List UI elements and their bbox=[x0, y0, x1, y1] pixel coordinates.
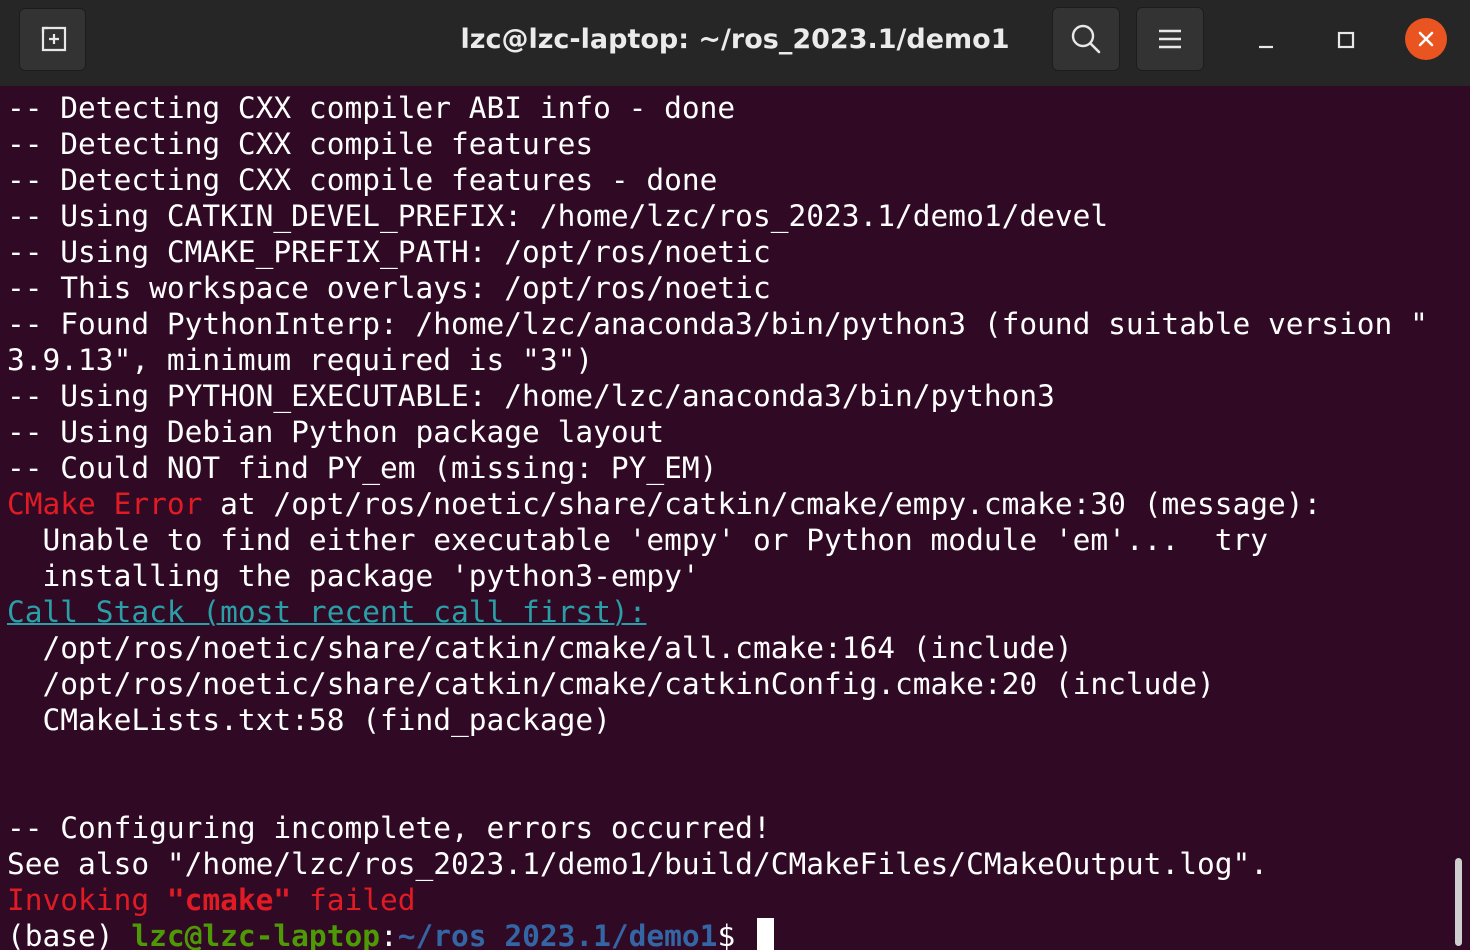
maximize-icon bbox=[1337, 31, 1355, 49]
new-tab-button[interactable] bbox=[19, 8, 86, 71]
cmake-error-location: at /opt/ros/noetic/share/catkin/cmake/em… bbox=[202, 487, 1322, 521]
search-icon bbox=[1071, 24, 1101, 54]
terminal-line: 3.9.13", minimum required is "3") bbox=[7, 343, 594, 377]
close-icon bbox=[1418, 31, 1434, 47]
error-detail-line: Unable to find either executable 'empy' … bbox=[7, 523, 1268, 557]
call-stack-header-text: Call Stack (most recent call first): bbox=[7, 595, 647, 629]
prompt-symbol: $ bbox=[717, 919, 753, 950]
scrollbar-thumb[interactable] bbox=[1455, 858, 1462, 946]
call-stack-entry: CMakeLists.txt:58 (find_package) bbox=[7, 703, 611, 737]
call-stack-entry: /opt/ros/noetic/share/catkin/cmake/all.c… bbox=[7, 631, 1073, 665]
terminal-line: -- Found PythonInterp: /home/lzc/anacond… bbox=[7, 307, 1428, 341]
prompt-user-host: lzc@lzc-laptop bbox=[131, 919, 380, 950]
terminal-line: -- Detecting CXX compile features - done bbox=[7, 163, 718, 197]
invoking-failed-text: failed bbox=[291, 883, 416, 917]
cmake-error-word: Error bbox=[113, 487, 203, 521]
terminal-line: -- Detecting CXX compile features bbox=[7, 127, 594, 161]
menu-button[interactable] bbox=[1136, 7, 1204, 71]
terminal-line: -- Using PYTHON_EXECUTABLE: /home/lzc/an… bbox=[7, 379, 1055, 413]
close-button[interactable] bbox=[1405, 18, 1447, 60]
terminal-line: -- Using CATKIN_DEVEL_PREFIX: /home/lzc/… bbox=[7, 199, 1109, 233]
shell-prompt[interactable]: (base) lzc@lzc-laptop:~/ros_2023.1/demo1… bbox=[7, 918, 774, 950]
terminal-line: -- This workspace overlays: /opt/ros/noe… bbox=[7, 271, 771, 305]
window-title: lzc@lzc-laptop: ~/ros_2023.1/demo1 bbox=[460, 24, 1010, 55]
terminal-line: -- Detecting CXX compiler ABI info - don… bbox=[7, 91, 736, 125]
invoking-command: "cmake" bbox=[166, 883, 292, 917]
prompt-path: ~/ros_2023.1/demo1 bbox=[397, 919, 718, 950]
invoking-failed-line: Invoking "cmake" failed bbox=[7, 882, 416, 918]
text-cursor bbox=[756, 918, 774, 950]
maximize-button[interactable] bbox=[1326, 20, 1366, 60]
invoking-text: Invoking bbox=[7, 883, 167, 917]
terminal-line: -- Using CMAKE_PREFIX_PATH: /opt/ros/noe… bbox=[7, 235, 771, 269]
error-detail-line: installing the package 'python3-empy' bbox=[7, 559, 700, 593]
terminal-line: -- Could NOT find PY_em (missing: PY_EM) bbox=[7, 451, 718, 485]
hamburger-menu-icon bbox=[1159, 29, 1181, 49]
terminal-output[interactable]: -- Detecting CXX compiler ABI info - don… bbox=[0, 86, 1452, 950]
cmake-error-word: CMake bbox=[7, 487, 96, 521]
minimize-icon bbox=[1259, 45, 1273, 49]
configuring-status: -- Configuring incomplete, errors occurr… bbox=[7, 811, 771, 845]
minimize-button[interactable] bbox=[1246, 20, 1286, 60]
terminal-line: -- Using Debian Python package layout bbox=[7, 415, 665, 449]
prompt-env: (base) bbox=[7, 919, 132, 950]
prompt-colon: : bbox=[379, 919, 398, 950]
new-tab-icon bbox=[41, 26, 66, 51]
call-stack-header: Call Stack (most recent call first): bbox=[7, 594, 646, 630]
search-button[interactable] bbox=[1052, 7, 1120, 71]
call-stack-entry: /opt/ros/noetic/share/catkin/cmake/catki… bbox=[7, 667, 1215, 701]
title-bar: lzc@lzc-laptop: ~/ros_2023.1/demo1 bbox=[0, 0, 1470, 86]
cmake-error-line: CMake Error at /opt/ros/noetic/share/cat… bbox=[7, 486, 1321, 522]
see-also-line: See also "/home/lzc/ros_2023.1/demo1/bui… bbox=[7, 847, 1268, 881]
